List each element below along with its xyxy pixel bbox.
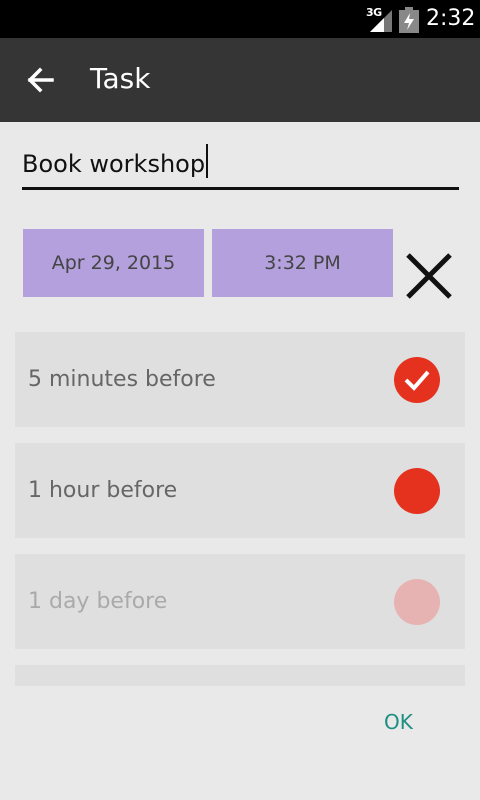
reminder-disabled-toggle (394, 579, 440, 625)
reminder-label: 1 hour before (28, 478, 178, 503)
close-icon[interactable] (402, 247, 456, 301)
checkmark-icon (404, 370, 430, 391)
page-title: Task (90, 62, 151, 95)
battery-charging-icon (399, 7, 419, 33)
task-name-input[interactable] (22, 140, 459, 190)
reminder-option-5-minutes[interactable]: 5 minutes before (15, 332, 465, 427)
clock: 2:32 (426, 6, 476, 31)
reminder-option-1-day: 1 day before (15, 554, 465, 649)
date-picker-button[interactable]: Apr 29, 2015 (23, 229, 204, 297)
reminder-checked-toggle[interactable] (394, 357, 440, 403)
status-bar: 3G 2:32 (0, 0, 480, 38)
signal-icon (370, 10, 392, 32)
reminder-label: 1 day before (28, 589, 168, 614)
time-picker-button[interactable]: 3:32 PM (212, 229, 393, 297)
back-arrow-icon[interactable] (20, 60, 60, 100)
reminder-unchecked-toggle[interactable] (394, 468, 440, 514)
app-bar: Task (0, 38, 480, 122)
reminder-option-1-hour[interactable]: 1 hour before (15, 443, 465, 538)
reminder-label: 5 minutes before (28, 367, 216, 392)
text-cursor (206, 144, 208, 178)
reminder-option-partial[interactable] (15, 665, 465, 686)
ok-button[interactable]: OK (384, 710, 413, 734)
